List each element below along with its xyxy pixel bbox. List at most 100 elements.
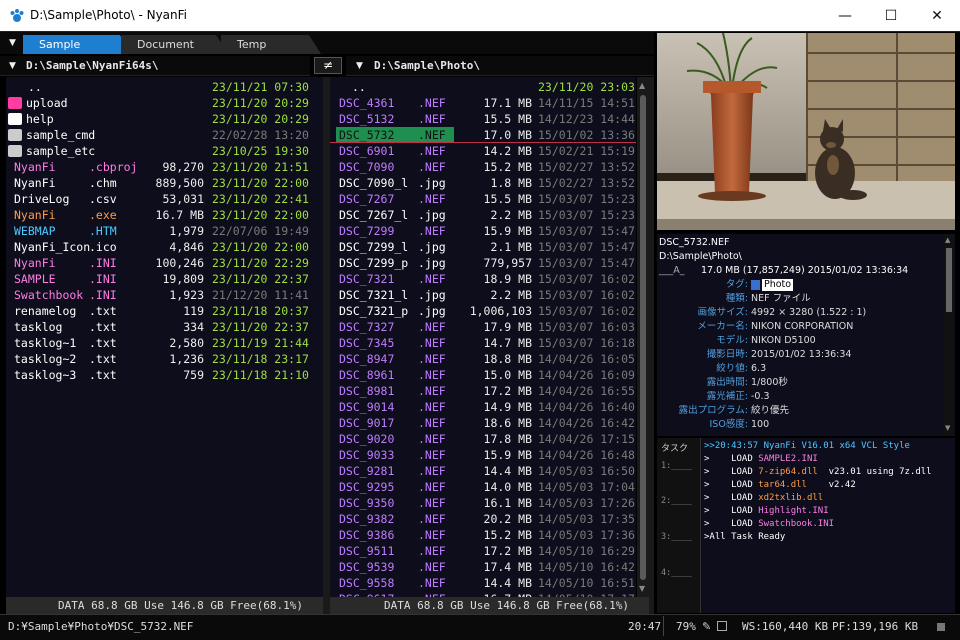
list-item[interactable]: DSC_9382 .NEF 20.2 MB 14/05/03 17:35	[330, 511, 636, 527]
pane-splitter[interactable]	[323, 77, 330, 614]
list-item[interactable]: tasklog .txt 334 23/11/20 22:37	[6, 319, 323, 335]
scroll-up-icon[interactable]: ▲	[639, 81, 645, 90]
cpu-usage: 79%	[676, 620, 696, 633]
monitor-icon[interactable]	[717, 621, 727, 631]
list-item[interactable]: DSC_7321 .NEF 18.9 MB 15/03/07 16:02	[330, 271, 636, 287]
list-item[interactable]: DSC_9295 .NEF 14.0 MB 14/05/03 17:04	[330, 479, 636, 495]
info-scroll-down-icon[interactable]: ▼	[945, 424, 950, 432]
list-item[interactable]: tasklog~2 .txt 1,236 23/11/18 23:17	[6, 351, 323, 367]
list-item[interactable]: DSC_7299 .NEF 15.9 MB 15/03/07 15:47	[330, 223, 636, 239]
item-date: 14/04/26 16:40	[538, 400, 635, 414]
list-item[interactable]: upload 23/11/20 20:29	[6, 95, 323, 111]
list-item[interactable]: DSC_7321_p .jpg 1,006,103 15/03/07 16:02	[330, 303, 636, 319]
item-date: 15/03/07 15:47	[538, 256, 635, 270]
minimize-button[interactable]: —	[822, 0, 868, 32]
right-scrollbar[interactable]: ▲ ▼	[637, 77, 649, 597]
right-path-chevron-icon[interactable]: ▼	[356, 61, 363, 71]
tab-sample[interactable]: Sample	[23, 35, 133, 54]
list-item[interactable]: DSC_9020 .NEF 17.8 MB 14/04/26 17:15	[330, 431, 636, 447]
info-row: 露出時間: 1/800秒	[657, 376, 947, 390]
list-item[interactable]: tasklog~3 .txt 759 23/11/18 21:10	[6, 367, 323, 383]
list-item[interactable]: DSC_7299_p .jpg 779,957 15/03/07 15:47	[330, 255, 636, 271]
list-item[interactable]: NyanFi .cbproj 98,270 23/11/20 21:51	[6, 159, 323, 175]
item-ext: .jpg	[418, 208, 446, 222]
resize-grip-icon[interactable]	[937, 623, 945, 631]
list-item[interactable]: NyanFi .INI 100,246 23/11/20 22:29	[6, 255, 323, 271]
item-date: 15/03/07 15:23	[538, 208, 635, 222]
item-size: 15.0 MB	[483, 368, 532, 382]
log-line: > LOAD Highlight.INI	[704, 505, 829, 518]
item-ext: .NEF	[418, 448, 446, 462]
list-item[interactable]: DSC_5132 .NEF 15.5 MB 14/12/23 14:44	[330, 111, 636, 127]
list-item[interactable]: DSC_7267_l .jpg 2.2 MB 15/03/07 15:23	[330, 207, 636, 223]
compare-button[interactable]: ≠	[314, 57, 342, 74]
list-item[interactable]: DSC_4361 .NEF 17.1 MB 14/11/15 14:51	[330, 95, 636, 111]
item-ext: .HTM	[89, 224, 117, 238]
item-size: 100,246	[155, 256, 204, 270]
item-name: DSC_7299_p	[339, 256, 409, 270]
list-item[interactable]: DSC_7090 .NEF 15.2 MB 15/02/27 13:52	[330, 159, 636, 175]
list-item[interactable]: NyanFi_Icon .ico 4,846 23/11/20 22:00	[6, 239, 323, 255]
log-line: > LOAD Swatchbook.INI	[704, 518, 834, 531]
list-item[interactable]: DSC_8947 .NEF 18.8 MB 14/04/26 16:05	[330, 351, 636, 367]
left-file-list[interactable]: .. 23/11/21 07:30 upload 23/11/20 20:29 help…	[6, 77, 323, 597]
list-item[interactable]: DSC_8981 .NEF 17.2 MB 14/04/26 16:55	[330, 383, 636, 399]
list-item[interactable]: DSC_7345 .NEF 14.7 MB 15/03/07 16:18	[330, 335, 636, 351]
info-scrollbar[interactable]: ▲ ▼	[944, 234, 954, 436]
list-item[interactable]: DSC_7327 .NEF 17.9 MB 15/03/07 16:03	[330, 319, 636, 335]
log-extra: v2.42	[806, 480, 856, 490]
list-item[interactable]: .. 23/11/21 07:30	[6, 79, 323, 95]
item-date: 23/11/20 22:29	[212, 256, 309, 270]
tab-document[interactable]: Document	[121, 35, 229, 54]
left-path[interactable]: D:\Sample\NyanFi64s\	[26, 59, 158, 72]
scrollbar-thumb[interactable]	[640, 95, 646, 580]
list-item[interactable]: DSC_9386 .NEF 15.2 MB 14/05/03 17:36	[330, 527, 636, 543]
list-item[interactable]: DSC_5732 .NEF 17.0 MB 15/01/02 13:36	[330, 127, 636, 143]
item-size: 18.6 MB	[483, 416, 532, 430]
list-item[interactable]: .. 23/11/20 23:03	[330, 79, 636, 95]
tab-menu-chevron-icon[interactable]: ▼	[9, 38, 16, 48]
list-item[interactable]: DSC_8961 .NEF 15.0 MB 14/04/26 16:09	[330, 367, 636, 383]
list-item[interactable]: SAMPLE .INI 19,809 23/11/20 22:37	[6, 271, 323, 287]
info-scrollbar-thumb[interactable]	[946, 248, 952, 312]
list-item[interactable]: DSC_9017 .NEF 18.6 MB 14/04/26 16:42	[330, 415, 636, 431]
list-item[interactable]: DSC_9014 .NEF 14.9 MB 14/04/26 16:40	[330, 399, 636, 415]
info-scroll-up-icon[interactable]: ▲	[945, 236, 950, 244]
list-item[interactable]: DSC_9350 .NEF 16.1 MB 14/05/03 17:26	[330, 495, 636, 511]
list-item[interactable]: DSC_6901 .NEF 14.2 MB 15/02/21 15:19	[330, 143, 636, 159]
item-size: 15.5 MB	[483, 192, 532, 206]
pen-icon[interactable]: ✎	[702, 616, 711, 638]
list-item[interactable]: DSC_9281 .NEF 14.4 MB 14/05/03 16:50	[330, 463, 636, 479]
list-item[interactable]: DSC_7090_l .jpg 1.8 MB 15/02/27 13:52	[330, 175, 636, 191]
info-value[interactable]: Photo	[762, 279, 794, 291]
list-item[interactable]: DSC_9558 .NEF 14.4 MB 14/05/10 16:51	[330, 575, 636, 591]
list-item[interactable]: DSC_9511 .NEF 17.2 MB 14/05/10 16:29	[330, 543, 636, 559]
right-drive-status: DATA 68.8 GB Use 146.8 GB Free(68.1%)	[330, 597, 649, 614]
log-line: > LOAD SAMPLE2.INI	[704, 453, 818, 466]
list-item[interactable]: DriveLog .csv 53,031 23/11/20 22:41	[6, 191, 323, 207]
list-item[interactable]: DSC_7321_l .jpg 2.2 MB 15/03/07 16:02	[330, 287, 636, 303]
maximize-button[interactable]: ☐	[868, 0, 914, 32]
list-item[interactable]: NyanFi .chm 889,500 23/11/20 22:00	[6, 175, 323, 191]
list-item[interactable]: NyanFi .exe 16.7 MB 23/11/20 22:00	[6, 207, 323, 223]
list-item[interactable]: Swatchbook .INI 1,923 21/12/20 11:41	[6, 287, 323, 303]
working-set: WS:160,440 KB	[742, 620, 829, 633]
list-item[interactable]: renamelog .txt 119 23/11/18 20:37	[6, 303, 323, 319]
list-item[interactable]: sample_cmd 22/02/28 13:20	[6, 127, 323, 143]
list-item[interactable]: tasklog~1 .txt 2,580 23/11/19 21:44	[6, 335, 323, 351]
task-log-panel: タスク 1:____ 2:____ 3:____ 4:____ >>20:43:…	[657, 438, 955, 613]
right-file-list[interactable]: .. 23/11/20 23:03 DSC_4361 .NEF 17.1 MB 14/11…	[330, 77, 636, 597]
list-item[interactable]: sample_etc 23/10/25 19:30	[6, 143, 323, 159]
tab-temp[interactable]: Temp	[221, 35, 321, 54]
list-item[interactable]: DSC_9539 .NEF 17.4 MB 14/05/10 16:42	[330, 559, 636, 575]
right-path[interactable]: D:\Sample\Photo\	[374, 59, 480, 72]
list-item[interactable]: help 23/11/20 20:29	[6, 111, 323, 127]
close-button[interactable]: ✕	[914, 0, 960, 32]
list-item[interactable]: DSC_7267 .NEF 15.5 MB 15/03/07 15:23	[330, 191, 636, 207]
list-item[interactable]: DSC_9033 .NEF 15.9 MB 14/04/26 16:48	[330, 447, 636, 463]
left-path-chevron-icon[interactable]: ▼	[9, 61, 16, 71]
scroll-down-icon[interactable]: ▼	[639, 584, 645, 593]
list-item[interactable]: WEBMAP .HTM 1,979 22/07/06 19:49	[6, 223, 323, 239]
list-item[interactable]: DSC_7299_l .jpg 2.1 MB 15/03/07 15:47	[330, 239, 636, 255]
item-ext: .jpg	[418, 288, 446, 302]
